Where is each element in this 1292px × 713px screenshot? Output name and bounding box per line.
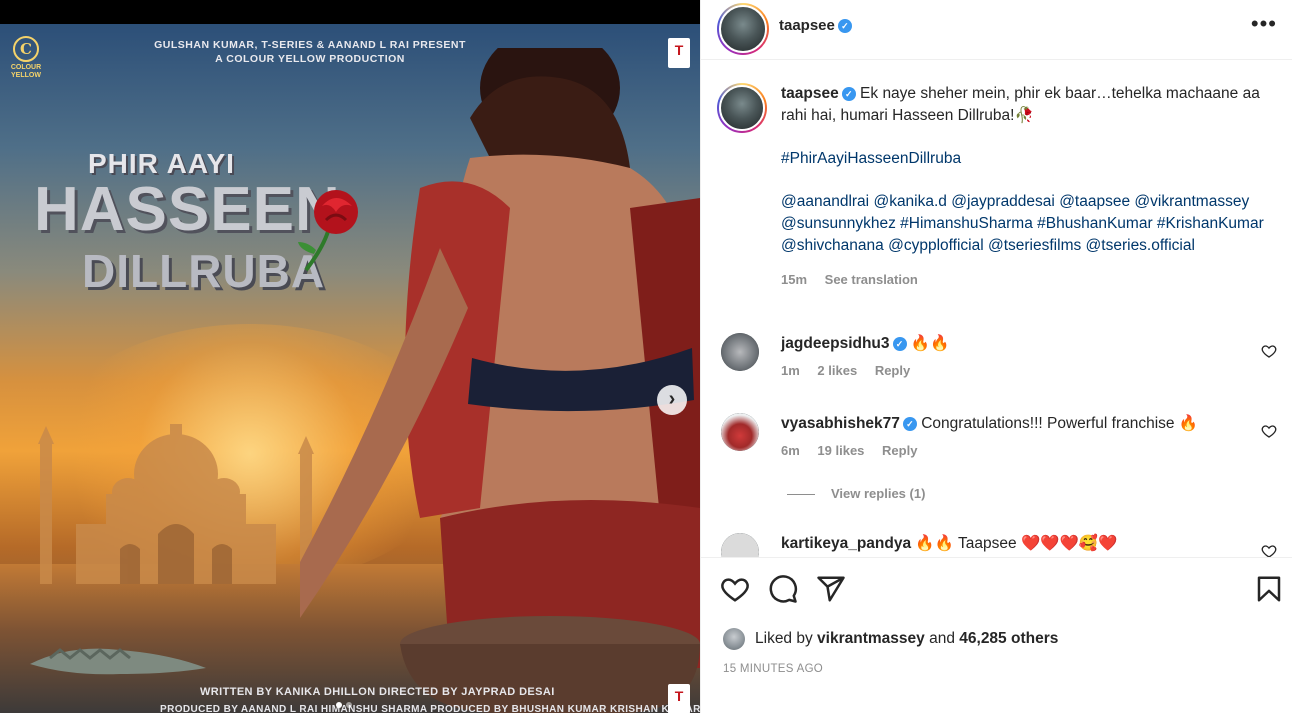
verified-badge-icon: ✓ <box>902 416 917 431</box>
mention-link[interactable]: @taapsee <box>1059 193 1130 210</box>
reply-button[interactable]: Reply <box>875 363 910 378</box>
heart-icon[interactable] <box>720 574 750 604</box>
action-bar: Liked by vikrantmassey and 46,285 others… <box>701 557 1292 713</box>
comment-line: vyasabhishek77 ✓ Congratulations!!! Power… <box>781 413 1198 435</box>
mention-link[interactable]: @tseries.official <box>1086 237 1195 254</box>
view-replies-link[interactable]: View replies (1) <box>787 486 925 501</box>
mention-link[interactable]: @cypplofficial <box>888 237 984 254</box>
credits-line-1: WRITTEN BY KANIKA DHILLON DIRECTED BY JA… <box>200 686 555 698</box>
comment-meta: 6m 19 likes Reply <box>781 443 931 458</box>
mention-link[interactable]: @jaypraddesai <box>951 193 1055 210</box>
author-avatar[interactable] <box>717 3 769 55</box>
hashtag-link[interactable]: #KrishanKumar <box>1157 215 1264 232</box>
commenter-username[interactable]: vyasabhishek77 <box>781 415 900 432</box>
bookmark-icon[interactable] <box>1254 574 1284 604</box>
post-timestamp: 15 MINUTES AGO <box>723 663 824 675</box>
verified-badge-icon: ✓ <box>892 336 907 351</box>
post-details-panel: taapsee ✓ ••• taapsee ✓ Ek naye sheher mei… <box>700 0 1292 713</box>
comment-likes[interactable]: 19 likes <box>817 443 864 458</box>
caption-meta: 15m See translation <box>781 269 1271 291</box>
comment-line: jagdeepsidhu3 ✓ 🔥🔥 <box>781 333 949 355</box>
commenter-username[interactable]: jagdeepsidhu3 <box>781 335 890 352</box>
carousel-dot-1 <box>336 702 342 708</box>
post-header: taapsee ✓ ••• <box>701 0 1292 60</box>
comment-item: jagdeepsidhu3 ✓ 🔥🔥 1m 2 likes Reply <box>701 333 1292 393</box>
comment-item: vyasabhishek77 ✓ Congratulations!!! Power… <box>701 413 1292 473</box>
mention-link[interactable]: @kanika.d <box>873 193 946 210</box>
comment-text: 🔥🔥 <box>910 335 950 352</box>
mentions-list: @aanandlrai @kanika.d @jaypraddesai @taa… <box>781 191 1271 257</box>
replies-divider <box>787 494 815 496</box>
comment-heart-icon[interactable] <box>1261 543 1277 557</box>
comment-meta: 1m 2 likes Reply <box>781 363 924 378</box>
mention-link[interactable]: @tseriesfilms <box>988 237 1081 254</box>
verified-badge-icon: ✓ <box>841 86 856 101</box>
title-line-2: HASSEEN <box>34 175 341 244</box>
comment-item: kartikeya_pandya 🔥🔥 Taapsee ❤️❤️❤️🥰❤️ <box>701 533 1292 557</box>
likes-summary[interactable]: Liked by vikrantmassey and 46,285 others <box>723 628 1058 650</box>
title-line-3: DILLRUBA <box>82 245 326 297</box>
comment-age: 1m <box>781 363 800 378</box>
verified-badge-icon: ✓ <box>837 19 852 34</box>
mention-link[interactable]: @vikrantmassey <box>1134 193 1249 210</box>
comment-text: 🔥🔥 Taapsee ❤️❤️❤️🥰❤️ <box>915 535 1118 552</box>
mention-link[interactable]: @sunsunnykhez <box>781 215 896 232</box>
carousel-dots <box>336 702 352 710</box>
author-username[interactable]: taapsee ✓ <box>779 17 852 34</box>
comment-text: Congratulations!!! Powerful franchise 🔥 <box>921 415 1199 432</box>
credits-line-2: PRODUCED BY AANAND L RAI HIMANSHU SHARMA… <box>160 704 700 713</box>
post-image[interactable]: C COLOUR YELLOW GULSHAN KUMAR, T-SERIES … <box>0 24 700 713</box>
hashtag-link[interactable]: #PhirAayiHasseenDillruba <box>781 150 961 167</box>
hashtag-link[interactable]: #HimanshuSharma <box>900 215 1033 232</box>
mention-link[interactable]: @shivchanana <box>781 237 884 254</box>
instagram-post-view: C COLOUR YELLOW GULSHAN KUMAR, T-SERIES … <box>0 0 1292 713</box>
liker-username[interactable]: vikrantmassey <box>817 630 925 647</box>
comment-icon[interactable] <box>768 574 798 604</box>
next-slide-button[interactable]: › <box>657 385 687 415</box>
comment-heart-icon[interactable] <box>1261 423 1277 439</box>
comment-heart-icon[interactable] <box>1261 343 1277 359</box>
comments-scroll-area[interactable]: taapsee ✓ Ek naye sheher mein, phir ek ba… <box>701 61 1292 557</box>
tseries-logo-bottom: T <box>668 684 690 713</box>
crocodile-illustration <box>30 648 206 675</box>
caption-age: 15m <box>781 272 808 287</box>
comment-line: kartikeya_pandya 🔥🔥 Taapsee ❤️❤️❤️🥰❤️ <box>781 533 1117 555</box>
taj-mahal-illustration <box>38 424 314 584</box>
likes-count[interactable]: 46,285 others <box>959 630 1058 647</box>
caption-username[interactable]: taapsee <box>781 85 839 102</box>
hashtag-link[interactable]: #BhushanKumar <box>1037 215 1152 232</box>
reply-button[interactable]: Reply <box>882 443 917 458</box>
carousel-dot-2 <box>346 702 352 708</box>
see-translation-link[interactable]: See translation <box>825 272 918 287</box>
commenter-avatar[interactable] <box>721 533 759 557</box>
commenter-username[interactable]: kartikeya_pandya <box>781 535 911 552</box>
media-letterbox <box>0 0 700 24</box>
caption-author-avatar[interactable] <box>717 83 767 133</box>
send-icon[interactable] <box>816 574 846 604</box>
liker-avatar <box>723 628 745 650</box>
commenter-avatar[interactable] <box>721 413 759 451</box>
more-options-icon[interactable]: ••• <box>1251 13 1277 35</box>
comment-likes[interactable]: 2 likes <box>817 363 857 378</box>
mention-link[interactable]: @aanandlrai <box>781 193 869 210</box>
comment-age: 6m <box>781 443 800 458</box>
post-caption: taapsee ✓ Ek naye sheher mein, phir ek ba… <box>781 83 1271 291</box>
colour-yellow-logo: C COLOUR YELLOW <box>10 36 42 92</box>
woman-figure-illustration <box>300 48 700 713</box>
commenter-avatar[interactable] <box>721 333 759 371</box>
